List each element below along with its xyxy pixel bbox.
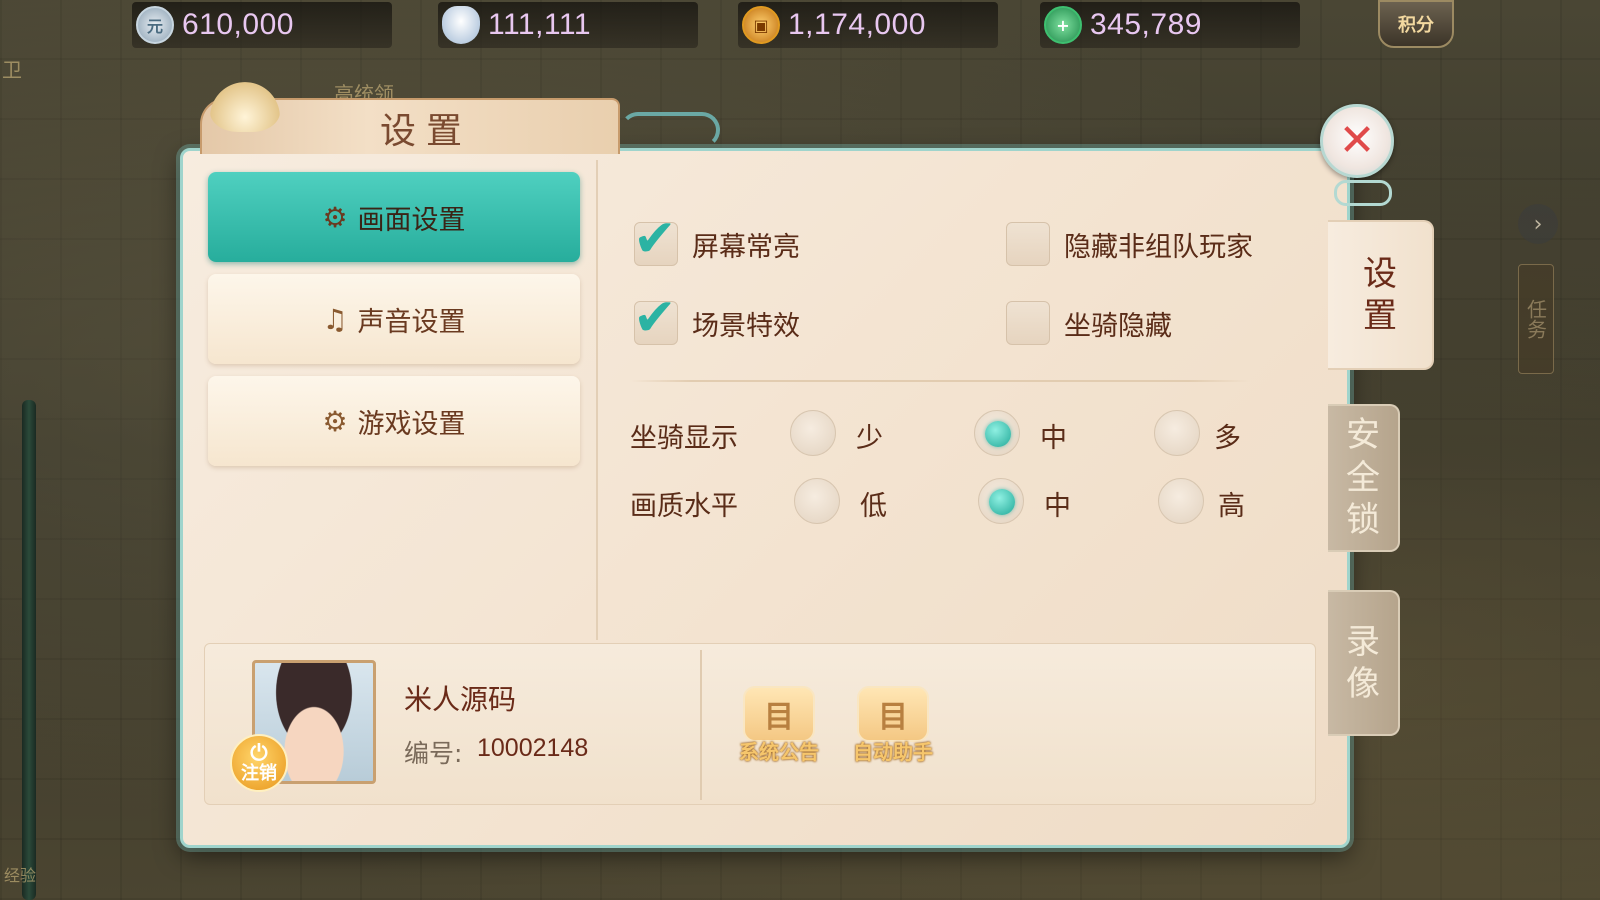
radio-label: 中 [1044,491,1071,522]
currency-silver[interactable]: 111,111 [438,2,698,48]
checkbox-box[interactable] [1006,222,1050,266]
auto-assistant-button[interactable]: 目 自动助手 [848,686,938,772]
cloud-swirl-icon [620,112,720,148]
side-tab-recording[interactable]: 录 像 [1328,590,1400,736]
menu-item-label: 游戏设置 [357,408,466,440]
tool-label: 系统公告 [739,740,819,764]
ribbon-ornament [1334,180,1392,206]
dialog-title: 设置 [380,111,473,152]
currency-yuan[interactable]: 元 610,000 [132,2,392,48]
radio-label: 高 [1218,491,1245,522]
logout-label: 注销 [241,763,277,785]
side-tab-char: 全 [1346,457,1380,498]
currency-value: 111,111 [488,8,592,41]
side-tab-security-lock[interactable]: 安 全 锁 [1328,404,1400,552]
silver-ingot-icon [442,6,480,44]
scene-pole [22,400,36,900]
logout-button[interactable]: ⏻ 注销 [230,734,288,792]
side-tab-char: 设 [1363,253,1397,294]
player-id-label: 编号: [404,739,463,768]
checkbox-hide-non-team-players[interactable]: 隐藏非组队玩家 [1006,222,1253,266]
side-tab-char: 锁 [1346,500,1380,541]
radio-label: 多 [1214,423,1241,454]
lotus-icon [210,82,280,132]
copper-coin-icon: ▣ [742,6,780,44]
currency-jade[interactable]: + 345,789 [1040,2,1300,48]
radio-quality-low[interactable] [794,478,840,524]
side-tab-settings[interactable]: 设 置 [1328,220,1434,370]
checkbox-label: 屏幕常亮 [692,231,800,263]
currency-value: 610,000 [182,8,294,41]
profile-divider [700,650,702,800]
menu-item-label: 画面设置 [357,204,466,236]
points-button[interactable]: 积分 [1378,0,1454,48]
player-id-value: 10002148 [477,734,589,762]
menu-item-label: 声音设置 [357,306,466,338]
quality-level-label: 画质水平 [630,491,738,522]
radio-label: 低 [860,491,887,522]
radio-label: 中 [1040,423,1067,454]
checkbox-screen-always-on[interactable]: ✔ 屏幕常亮 [633,213,800,266]
radio-quality-medium[interactable] [978,478,1024,524]
scroll-icon: 目 [743,686,815,742]
player-name: 米人源码 [404,683,517,716]
music-note-icon: ♫ [322,302,348,336]
checkbox-label: 场景特效 [692,310,800,342]
radio-mount-many[interactable] [1154,410,1200,456]
settings-menu: ⚙ 画面设置 ♫ 声音设置 ⚙ 游戏设置 [194,160,598,640]
currency-copper[interactable]: ▣ 1,174,000 [738,2,998,48]
side-tab-char: 安 [1346,415,1380,456]
checkbox-scene-effects[interactable]: ✔ 场景特效 [633,292,800,345]
side-tab-char: 像 [1346,664,1380,704]
checkbox-label: 坐骑隐藏 [1064,310,1172,342]
checkbox-box[interactable]: ✔ [633,292,678,345]
chevron-right-icon[interactable]: › [1518,204,1558,244]
scene-edge-text: 卫 [2,58,22,82]
scroll-icon: 目 [857,686,929,742]
menu-sound-settings[interactable]: ♫ 声音设置 [208,274,580,364]
mount-display-label: 坐骑显示 [630,423,738,454]
checkmark-icon: ✔ [633,209,677,269]
checkbox-hide-mounts[interactable]: 坐骑隐藏 [1006,301,1172,345]
section-divider [630,380,1250,382]
radio-mount-few[interactable] [790,410,836,456]
radio-mount-medium[interactable] [974,410,1020,456]
gear-icon: ⚙ [322,200,348,234]
menu-game-settings[interactable]: ⚙ 游戏设置 [208,376,580,466]
radio-quality-high[interactable] [1158,478,1204,524]
currency-value: 345,789 [1090,8,1202,41]
currency-value: 1,174,000 [788,8,926,41]
currency-bar: 元 610,000 111,111 ▣ 1,174,000 + 345,789 … [0,0,1600,50]
menu-display-settings[interactable]: ⚙ 画面设置 [208,172,580,262]
tool-label: 自动助手 [853,740,933,764]
side-tab-char: 录 [1346,621,1380,662]
checkbox-label: 隐藏非组队玩家 [1064,231,1253,263]
checkbox-box[interactable] [1006,301,1050,345]
checkbox-box[interactable]: ✔ [633,213,678,266]
side-tab-char: 置 [1363,296,1397,336]
jade-plus-icon: + [1044,6,1082,44]
checkmark-icon: ✔ [633,288,677,348]
scene-exp-tag: 经验 [4,866,37,885]
gears-icon: ⚙ [322,404,348,438]
quest-tab[interactable]: 任务 [1518,264,1554,374]
close-button[interactable]: ✕ [1320,104,1394,178]
radio-label: 少 [856,423,883,454]
power-icon: ⏻ [250,741,268,766]
yuan-coin-icon: 元 [136,6,174,44]
system-announcement-button[interactable]: 目 系统公告 [734,686,824,772]
close-icon: ✕ [1338,115,1376,166]
